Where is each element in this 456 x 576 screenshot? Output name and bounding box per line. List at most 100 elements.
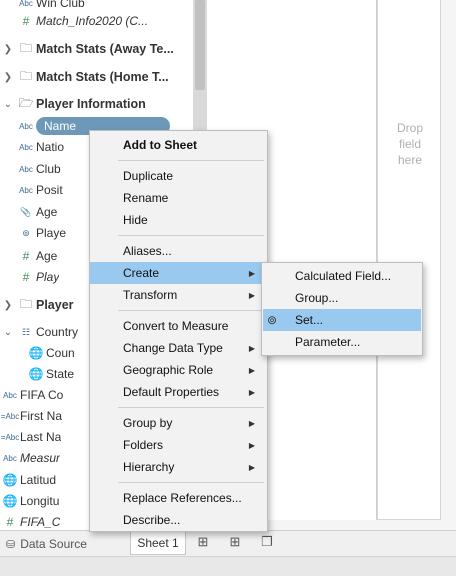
menu-create[interactable]: Create ▶ (90, 262, 267, 284)
set-icon: ⊚ (267, 313, 278, 327)
hint-line: here (397, 153, 423, 167)
new-dashboard-icon[interactable]: ⊞ (224, 534, 246, 554)
menu-convert-to-measure[interactable]: Convert to Measure (90, 315, 267, 337)
folder-icon: 🗀 (19, 68, 32, 83)
new-worksheet-icon[interactable]: ⊞ (192, 534, 214, 554)
calculated-abc-icon: =Abc (0, 432, 20, 442)
menu-rename[interactable]: Rename (90, 187, 267, 209)
abc-icon: Abc (19, 185, 33, 195)
menu-label: Calculated Field... (295, 269, 392, 283)
field-label: Match_Info2020 (C... (36, 14, 149, 28)
number-icon: # (6, 515, 14, 529)
folder-player-information[interactable]: ⌄ 🗁 Player Information (0, 93, 193, 115)
paperclip-icon: 📎 (20, 206, 32, 217)
create-submenu: Calculated Field... Group... ⊚ Set... Pa… (261, 262, 423, 356)
drop-field-zone[interactable]: Drop field here (377, 0, 441, 520)
globe-icon: 🌐 (28, 367, 44, 381)
globe-icon: 🌐 (28, 346, 44, 360)
menu-hide[interactable]: Hide (90, 209, 267, 231)
set-icon: ⊚ (22, 227, 30, 238)
chevron-down-icon[interactable]: ⌄ (0, 327, 16, 338)
menu-aliases[interactable]: Aliases... (90, 240, 267, 262)
submenu-arrow-icon: ▶ (248, 387, 255, 397)
menu-separator (118, 310, 264, 311)
field-label: Latitud (20, 473, 57, 487)
submenu-arrow-icon: ▶ (248, 365, 255, 375)
menu-label: Change Data Type (123, 341, 223, 355)
chevron-right-icon[interactable]: ❯ (0, 72, 16, 83)
field-label: Natio (36, 140, 65, 154)
menu-label: Aliases... (123, 244, 172, 258)
menu-folders[interactable]: Folders ▶ (90, 434, 267, 456)
field-context-menu: Add to Sheet Duplicate Rename Hide Alias… (89, 130, 268, 532)
submenu-arrow-icon: ▶ (248, 462, 255, 472)
menu-label: Create (123, 266, 160, 280)
abc-icon: Abc (3, 453, 17, 463)
menu-change-data-type[interactable]: Change Data Type ▶ (90, 337, 267, 359)
tab-sheet-1[interactable]: Sheet 1 (130, 531, 186, 555)
menu-geographic-role[interactable]: Geographic Role ▶ (90, 359, 267, 381)
submenu-arrow-icon: ▶ (248, 290, 255, 300)
field-label: Last Na (20, 430, 62, 444)
folder-match-stats-home[interactable]: ❯ 🗀 Match Stats (Home T... (0, 66, 193, 88)
scrollbar-thumb[interactable] (195, 0, 205, 90)
menu-separator (118, 160, 264, 161)
hierarchy-icon: ☷ (21, 326, 31, 337)
menu-separator (118, 407, 264, 408)
field-label: Club (36, 162, 61, 176)
menu-group[interactable]: Group... (262, 287, 422, 309)
folder-icon: 🗀 (19, 296, 32, 311)
menu-label: Group by (123, 416, 173, 430)
menu-duplicate[interactable]: Duplicate (90, 165, 267, 187)
field-label: Posit (36, 183, 63, 197)
menu-label: Describe... (123, 513, 181, 527)
globe-icon: 🌐 (2, 473, 18, 487)
abc-icon: Abc (19, 142, 33, 152)
menu-group-by[interactable]: Group by ▶ (90, 412, 267, 434)
submenu-arrow-icon: ▶ (248, 343, 255, 353)
menu-hierarchy[interactable]: Hierarchy ▶ (90, 456, 267, 478)
chevron-right-icon[interactable]: ❯ (0, 300, 16, 311)
field-label: State (46, 367, 75, 381)
field-label: Coun (46, 346, 75, 360)
menu-describe[interactable]: Describe... (90, 509, 267, 531)
globe-icon: 🌐 (2, 494, 18, 508)
menu-label: Group... (295, 291, 339, 305)
new-story-icon[interactable]: ❐ (256, 534, 278, 554)
menu-label: Hide (123, 213, 148, 227)
menu-transform[interactable]: Transform ▶ (90, 284, 267, 306)
drop-field-hint: Drop field here (378, 120, 442, 168)
menu-calculated-field[interactable]: Calculated Field... (262, 265, 422, 287)
menu-parameter[interactable]: Parameter... (262, 331, 422, 353)
tab-label: Sheet 1 (137, 535, 179, 550)
menu-label: Default Properties (123, 385, 220, 399)
menu-separator (118, 235, 264, 236)
field-label: Longitu (20, 494, 60, 508)
submenu-arrow-icon: ▶ (248, 440, 255, 450)
field-label: Playe (36, 226, 67, 240)
folder-label: Player (36, 298, 74, 312)
submenu-arrow-icon: ▶ (248, 418, 255, 428)
menu-replace-references[interactable]: Replace References... (90, 487, 267, 509)
number-icon: # (22, 14, 30, 28)
menu-add-to-sheet[interactable]: Add to Sheet (90, 134, 267, 156)
chevron-right-icon[interactable]: ❯ (0, 44, 16, 55)
menu-separator (118, 482, 264, 483)
folder-match-stats-away[interactable]: ❯ 🗀 Match Stats (Away Te... (0, 38, 193, 60)
menu-label: Transform (123, 288, 178, 302)
menu-default-properties[interactable]: Default Properties ▶ (90, 381, 267, 403)
folder-label: Player Information (36, 97, 146, 111)
submenu-arrow-icon: ▶ (248, 268, 255, 278)
field-label: Age (36, 249, 58, 263)
database-icon: ⛁ (6, 538, 16, 551)
menu-set[interactable]: ⊚ Set... (263, 309, 421, 331)
menu-label: Set... (295, 313, 324, 327)
menu-label: Convert to Measure (123, 319, 229, 333)
chevron-down-icon[interactable]: ⌄ (0, 99, 16, 110)
abc-icon: Abc (3, 390, 17, 400)
abc-icon: Abc (19, 164, 33, 174)
tab-data-source[interactable]: ⛁ Data Source (6, 535, 87, 553)
field-match-info[interactable]: # Match_Info2020 (C... (0, 10, 193, 32)
menu-label: Parameter... (295, 335, 361, 349)
menu-label: Add to Sheet (123, 138, 197, 152)
